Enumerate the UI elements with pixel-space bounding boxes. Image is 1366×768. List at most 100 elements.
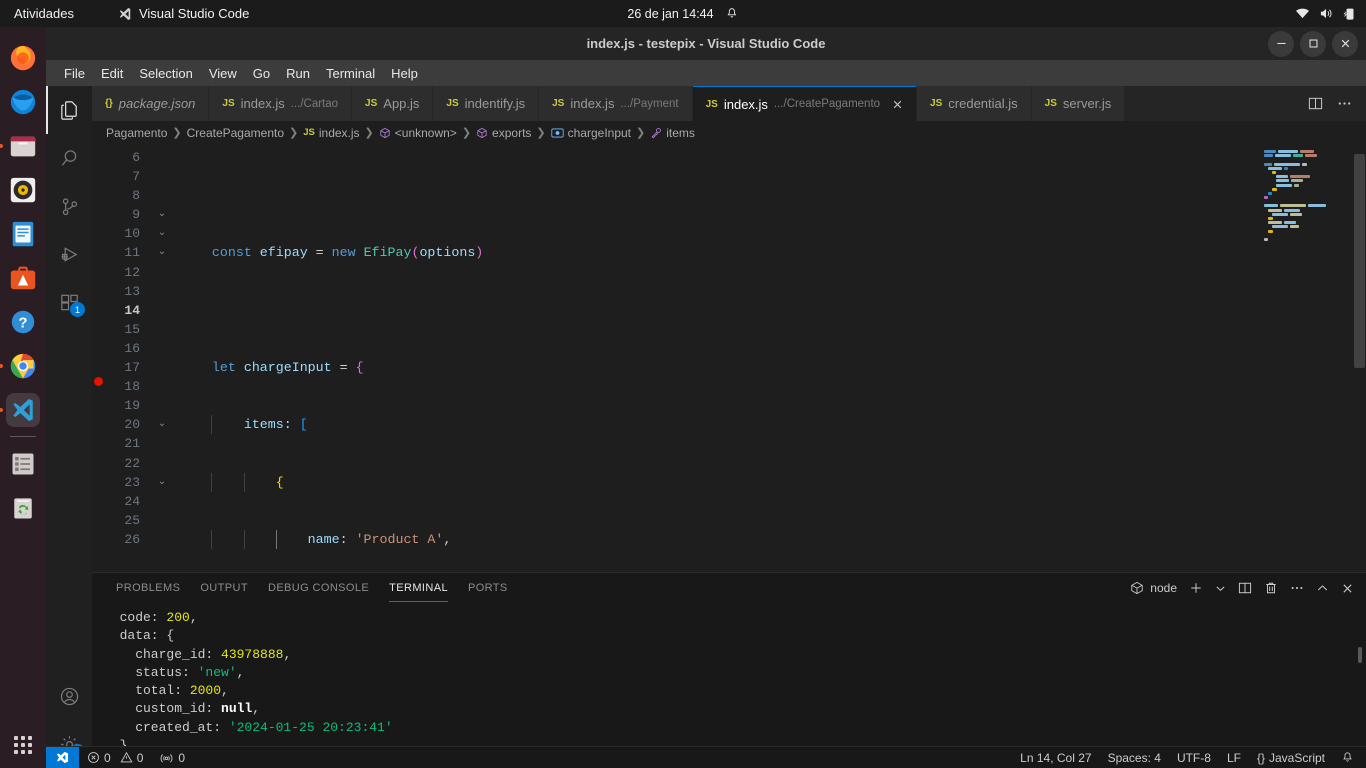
more-actions-icon[interactable] <box>1290 581 1304 595</box>
status-encoding[interactable]: UTF-8 <box>1169 747 1219 768</box>
menu-help[interactable]: Help <box>383 64 426 83</box>
status-language-label: JavaScript <box>1268 750 1325 765</box>
status-notifications[interactable] <box>1333 747 1366 768</box>
tab-indentify-js[interactable]: JS indentify.js <box>433 86 540 121</box>
code-content[interactable]: const efipay = new EfiPay(options) let c… <box>172 144 1366 572</box>
code-line-10: items: [ <box>172 415 1366 435</box>
tab-label: server.js <box>1062 96 1112 111</box>
dock-item-files[interactable] <box>0 129 40 163</box>
dock-item-google-chrome[interactable] <box>0 349 40 383</box>
dock-item-firefox[interactable] <box>6 41 40 75</box>
tab-credential-js[interactable]: JS credential.js <box>917 86 1032 121</box>
activity-bar-item-source-control[interactable] <box>46 182 92 230</box>
status-indentation[interactable]: Spaces: 4 <box>1100 747 1169 768</box>
clock-menu[interactable]: 26 de jan 14:44 <box>627 7 738 21</box>
maximize-panel-icon[interactable] <box>1316 582 1329 595</box>
menu-view[interactable]: View <box>201 64 245 83</box>
split-terminal-icon[interactable] <box>1238 581 1252 595</box>
terminal-value-status: 'new' <box>197 664 237 680</box>
activities-button[interactable]: Atividades <box>14 6 74 21</box>
terminal-shell-selector[interactable]: node <box>1130 581 1177 595</box>
js-file-icon: JS <box>365 98 378 109</box>
tab-index-js-cartao[interactable]: JS index.js .../Cartao <box>209 86 353 121</box>
activity-bar-item-explorer[interactable] <box>46 86 92 134</box>
breadcrumb-item-pagamento[interactable]: Pagamento <box>106 126 167 140</box>
tab-package-json[interactable]: {} package.json <box>92 86 210 121</box>
close-button[interactable] <box>1332 30 1358 57</box>
tab-server-js[interactable]: JS server.js <box>1031 86 1126 121</box>
activity-bar-item-extensions[interactable]: 1 <box>46 278 92 326</box>
dock-item-help[interactable]: ? <box>6 305 40 339</box>
breadcrumb-item-unknown[interactable]: <unknown> <box>379 126 457 140</box>
menu-file[interactable]: File <box>56 64 93 83</box>
editor-scrollbar[interactable] <box>1352 144 1366 572</box>
activity-bar-item-run-and-debug[interactable] <box>46 230 92 278</box>
dock-item-system-monitor[interactable] <box>6 447 40 481</box>
dock-item-ubuntu-software[interactable] <box>6 261 40 295</box>
remote-window-icon <box>55 751 70 764</box>
new-terminal-icon[interactable] <box>1189 581 1203 595</box>
breakpoint-marker[interactable] <box>94 377 103 386</box>
status-eol[interactable]: LF <box>1219 747 1249 768</box>
menubar: File Edit Selection View Go Run Terminal… <box>46 60 1366 86</box>
code-editor[interactable]: 6 7 8 9 10 11 12 13 14 15 16 17 18 19 20… <box>92 144 1366 572</box>
terminal-dropdown-icon[interactable] <box>1215 583 1226 594</box>
panel-tab-terminal[interactable]: TERMINAL <box>379 573 458 603</box>
tab-index-js-payment[interactable]: JS index.js .../Payment <box>539 86 693 121</box>
status-cursor-position[interactable]: Ln 14, Col 27 <box>1012 747 1099 768</box>
tab-path: .../Cartao <box>290 97 339 110</box>
activity-bar-item-accounts[interactable] <box>46 672 92 720</box>
close-panel-icon[interactable] <box>1341 582 1354 595</box>
fold-chevron-icon[interactable]: ⌄ <box>152 243 172 262</box>
activity-bar-item-search[interactable] <box>46 134 92 182</box>
menu-terminal[interactable]: Terminal <box>318 64 383 83</box>
dock-item-rhythmbox[interactable] <box>6 173 40 207</box>
close-icon[interactable] <box>892 99 903 110</box>
line-number: 6 <box>132 150 140 165</box>
fold-chevron-icon[interactable]: ⌄ <box>152 415 172 434</box>
menu-edit[interactable]: Edit <box>93 64 131 83</box>
panel-tab-problems[interactable]: PROBLEMS <box>106 573 190 603</box>
breadcrumb-item-createpagamento[interactable]: CreatePagamento <box>187 126 284 140</box>
more-actions-icon[interactable] <box>1337 96 1352 111</box>
menu-selection[interactable]: Selection <box>131 64 200 83</box>
breadcrumb-item-items[interactable]: items <box>650 126 695 140</box>
panel-tab-debug-console[interactable]: DEBUG CONSOLE <box>258 573 379 603</box>
window-controls <box>1268 27 1358 60</box>
breadcrumb-item-index-js[interactable]: JS index.js <box>303 126 359 140</box>
remote-window-button[interactable] <box>46 746 79 768</box>
dock-item-libreoffice-writer[interactable] <box>6 217 40 251</box>
breadcrumb-item-chargeinput[interactable]: chargeInput <box>551 126 631 140</box>
terminal-line: charge_id: 43978888, <box>104 646 292 662</box>
split-editor-icon[interactable] <box>1308 96 1323 111</box>
active-app-menu[interactable]: Visual Studio Code <box>118 6 249 21</box>
panel-tab-output[interactable]: OUTPUT <box>190 573 258 603</box>
show-applications-button[interactable] <box>14 736 32 754</box>
code-line-7: const efipay = new EfiPay(options) <box>180 245 484 261</box>
tab-index-js-createpagamento[interactable]: JS index.js .../CreatePagamento <box>692 86 918 121</box>
status-ports[interactable]: 0 <box>151 747 193 768</box>
dock-item-thunderbird[interactable] <box>6 85 40 119</box>
editor-scrollbar-thumb[interactable] <box>1354 154 1365 368</box>
menu-go[interactable]: Go <box>245 64 278 83</box>
minimize-button[interactable] <box>1268 30 1294 57</box>
status-problems[interactable]: 0 0 <box>79 747 151 768</box>
terminal-output[interactable]: code: 200, data: { charge_id: 43978888, … <box>92 603 1366 768</box>
ubuntu-dock: ? <box>0 27 46 768</box>
fold-chevron-icon[interactable]: ⌄ <box>152 224 172 243</box>
minimap[interactable] <box>1260 144 1352 572</box>
system-tray[interactable] <box>1295 7 1356 21</box>
breadcrumb-item-exports[interactable]: exports <box>476 126 531 140</box>
dock-item-visual-studio-code[interactable] <box>0 393 40 427</box>
terminal-scrollbar-thumb[interactable] <box>1358 647 1362 663</box>
dock-item-trash[interactable] <box>6 491 40 525</box>
tab-app-js[interactable]: JS App.js <box>352 86 434 121</box>
fold-chevron-icon[interactable]: ⌄ <box>152 205 172 224</box>
fold-chevron-icon[interactable]: ⌄ <box>152 473 172 492</box>
terminal-line: status: 'new', <box>104 664 245 680</box>
status-language-mode[interactable]: {} JavaScript <box>1249 747 1333 768</box>
panel-tab-ports[interactable]: PORTS <box>458 573 518 603</box>
menu-run[interactable]: Run <box>278 64 318 83</box>
kill-terminal-icon[interactable] <box>1264 581 1278 595</box>
maximize-button[interactable] <box>1300 30 1326 57</box>
